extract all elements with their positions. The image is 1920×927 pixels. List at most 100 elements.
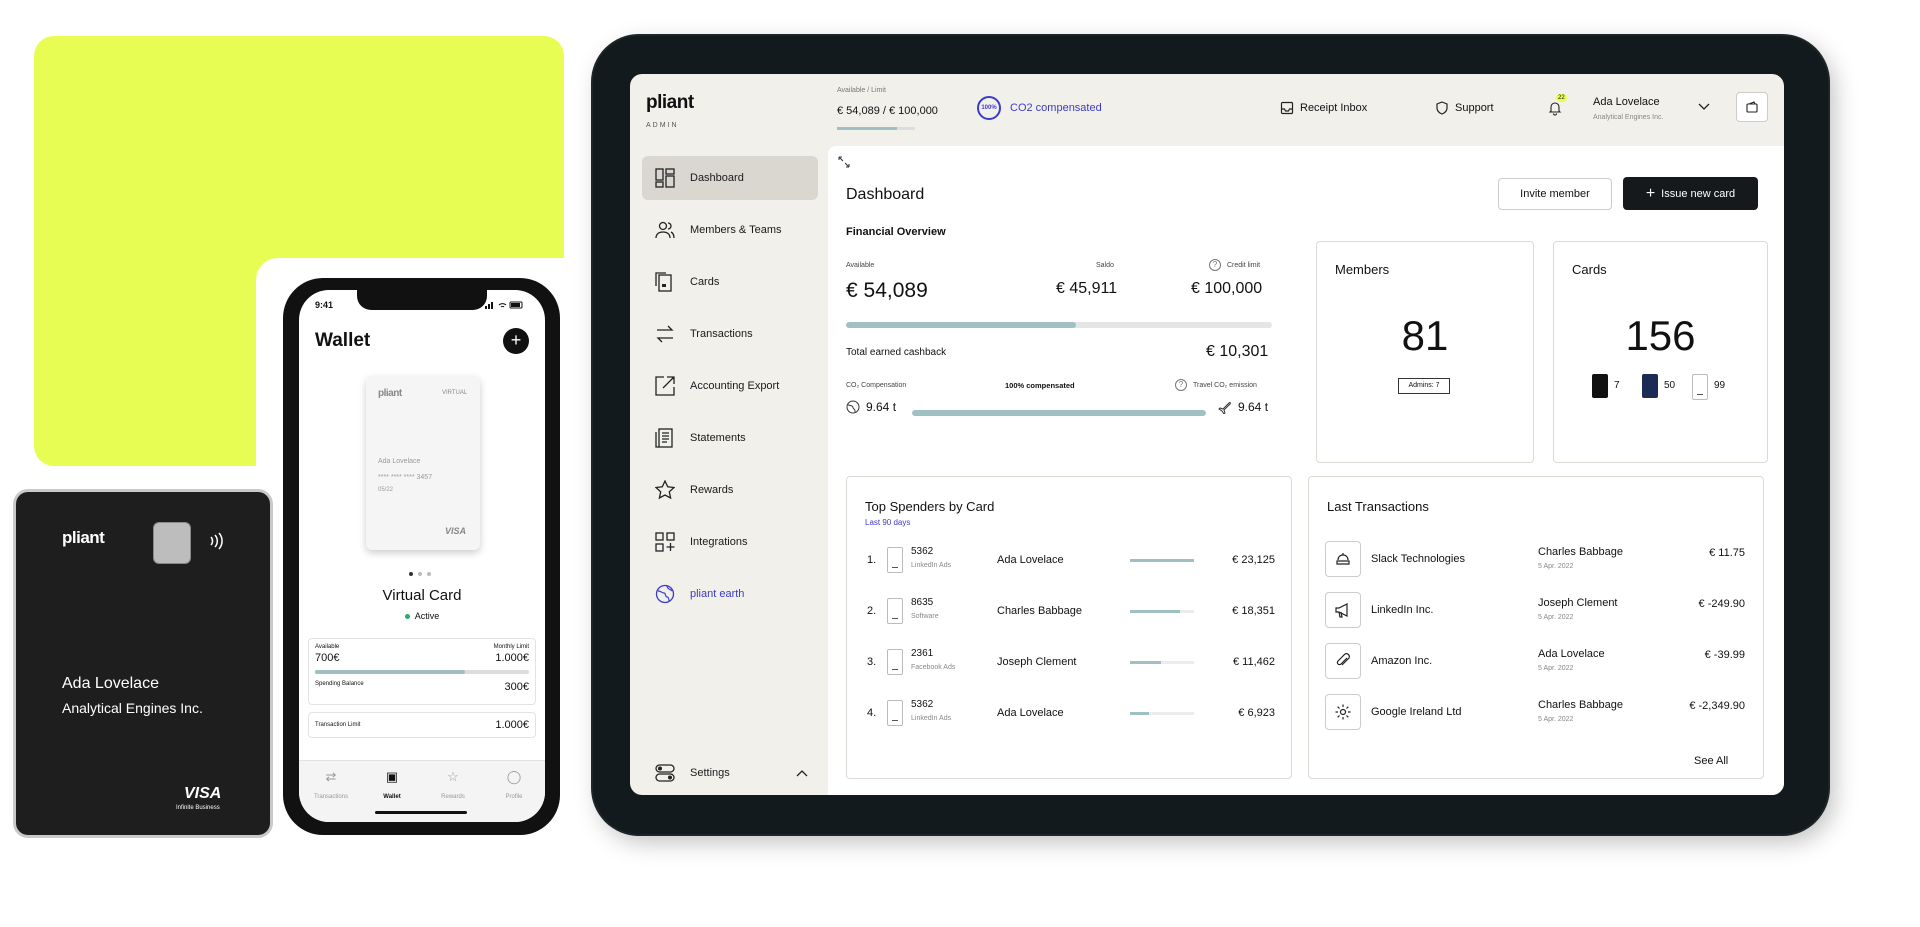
spender-bar-fill [1130,712,1149,715]
globe-icon [846,400,860,414]
user-name[interactable]: Ada Lovelace [1593,96,1660,108]
transaction-row[interactable]: Amazon Inc. Ada Lovelace 5 Apr. 2022 € -… [1309,637,1763,687]
spender-row[interactable]: 4. 5362 LinkedIn Ads Ada Lovelace € 6,92… [847,690,1291,740]
spender-bar [1130,559,1194,562]
tab-transactions[interactable]: ⇄ Transactions [303,769,359,803]
see-all-link[interactable]: See All [1694,755,1728,767]
available-value: € 54,089 [846,279,928,302]
co2-bar-fill [912,410,1206,416]
notifications-count-badge: 22 [1556,94,1567,102]
spender-row[interactable]: 3. 2361 Facebook Ads Joseph Clement € 11… [847,639,1291,689]
tab-rewards[interactable]: ☆ Rewards [425,769,481,803]
settings-toggle-icon [654,762,676,784]
card-thumbnail-icon [887,547,903,573]
tab-bar: ⇄ Transactions ▣ Wallet ☆ Rewards ◯ Prof… [299,760,545,822]
sidebar-item-cards[interactable]: Cards [642,260,818,304]
travel-info-icon[interactable]: ? [1175,379,1187,391]
notifications-button[interactable]: 22 [1547,94,1567,116]
plus-icon: + [1645,184,1656,202]
tab-wallet[interactable]: ▣ Wallet [364,769,420,803]
saldo-label: Saldo [1096,262,1114,269]
sidebar-item-dashboard[interactable]: Dashboard [642,156,818,200]
paperclip-icon [1325,643,1361,679]
sidebar-item-transactions[interactable]: Transactions [642,312,818,356]
card-thumbnail-icon [887,649,903,675]
co2-compensated-status: 100% compensated [1005,381,1075,390]
members-panel[interactable]: Members 81 Admins: 7 [1316,241,1534,463]
virtual-card-logo: pliant [378,388,402,399]
transaction-date: 5 Apr. 2022 [1538,614,1574,621]
plus-icon: + [510,330,522,350]
sidebar-item-accounting-export[interactable]: Accounting Export [642,364,818,408]
card-thumbnail-icon [887,700,903,726]
monthly-limit-value: 1.000€ [495,652,529,664]
signal-icon [485,301,525,309]
integrations-icon [654,531,676,553]
issue-new-card-button[interactable]: + Issue new card [1623,177,1758,210]
sidebar-item-label: Rewards [690,484,734,496]
financial-overview: Financial Overview Available € 54,089 Sa… [846,226,1272,426]
transaction-limit-value: 1.000€ [495,719,529,731]
app-logo[interactable]: pliant [646,92,694,114]
cardholder-company: Analytical Engines Inc. [62,700,203,716]
sidebar-item-rewards[interactable]: Rewards [642,468,818,512]
sidebar-item-statements[interactable]: Statements [642,416,818,460]
transactions-icon [654,323,676,345]
spender-row[interactable]: 2. 8635 Software Charles Babbage € 18,35… [847,588,1291,638]
top-spenders-title: Top Spenders by Card [865,499,995,514]
sidebar-item-label: Cards [690,276,720,288]
virtual-card-type: VIRTUAL [442,390,468,396]
card-category: Software [911,613,939,620]
tab-profile[interactable]: ◯ Profile [486,769,542,803]
sidebar-item-label: Members & Teams [690,224,782,236]
virtual-card[interactable]: pliant VIRTUAL Ada Lovelace **** **** **… [366,376,480,550]
chevron-up-icon [796,769,808,777]
shield-icon [1435,101,1449,115]
sidebar-item-pliant-earth[interactable]: pliant earth [642,572,818,616]
limits-box: Available 700€ Monthly Limit 1.000€ Spen… [308,638,536,705]
merchant-name: Slack Technologies [1371,553,1465,565]
chevron-down-icon[interactable] [1697,102,1711,112]
transaction-person: Charles Babbage [1538,699,1624,711]
collapse-icon[interactable] [838,156,850,168]
transaction-amount: € -2,349.90 [1689,700,1745,712]
sidebar-item-members[interactable]: Members & Teams [642,208,818,252]
spender-amount: € 18,351 [1232,605,1275,617]
transaction-amount: € -39.99 [1704,649,1745,661]
spender-row[interactable]: 1. 5362 LinkedIn Ads Ada Lovelace € 23,1… [847,537,1291,587]
tab-label: Rewards [441,794,465,800]
credit-limit-value: € 100,000 [1191,280,1263,297]
card-category: LinkedIn Ads [911,562,952,569]
spender-name: Charles Babbage [997,605,1083,617]
transaction-date: 5 Apr. 2022 [1538,716,1574,723]
add-button[interactable]: + [503,328,529,354]
dashboard-icon [654,167,676,189]
physical-card: pliant Ada Lovelace Analytical Engines I… [16,492,270,835]
transaction-row[interactable]: Slack Technologies Charles Babbage 5 Apr… [1309,535,1763,585]
transaction-row[interactable]: LinkedIn Inc. Joseph Clement 5 Apr. 2022… [1309,586,1763,636]
top-spenders-panel: Top Spenders by Card Last 90 days 1. 536… [846,476,1292,779]
cards-title: Cards [1572,262,1607,277]
account-switch-button[interactable] [1736,92,1768,122]
travel-emission-value: 9.64 t [1238,400,1269,414]
invite-member-button[interactable]: Invite member [1498,178,1612,210]
co2-bar [912,410,1206,416]
cards-panel[interactable]: Cards 156 7 50 99 [1553,241,1768,463]
card-last-digits: 8635 [911,597,934,608]
credit-limit-info-icon[interactable]: ? [1209,259,1221,271]
transaction-row[interactable]: Google Ireland Ltd Charles Babbage 5 Apr… [1309,688,1763,738]
main-content: Dashboard Invite member + Issue new card… [828,146,1784,795]
star-icon [654,479,676,501]
receipt-inbox-button[interactable]: Receipt Inbox [1280,101,1367,115]
spending-balance-label: Spending Balance [315,681,364,687]
carousel-dots[interactable] [409,572,431,576]
co2-compensated-link[interactable]: CO2 compensated [1010,102,1102,114]
support-label: Support [1455,102,1494,114]
transaction-limit-box[interactable]: Transaction Limit 1.000€ [308,712,536,738]
sidebar-item-integrations[interactable]: Integrations [642,520,818,564]
sidebar-item-settings[interactable]: Settings [642,751,818,795]
support-button[interactable]: Support [1435,101,1494,115]
sidebar-item-label: Transactions [690,328,753,340]
sidebar-item-label: Statements [690,432,746,444]
card-category: LinkedIn Ads [911,715,952,722]
